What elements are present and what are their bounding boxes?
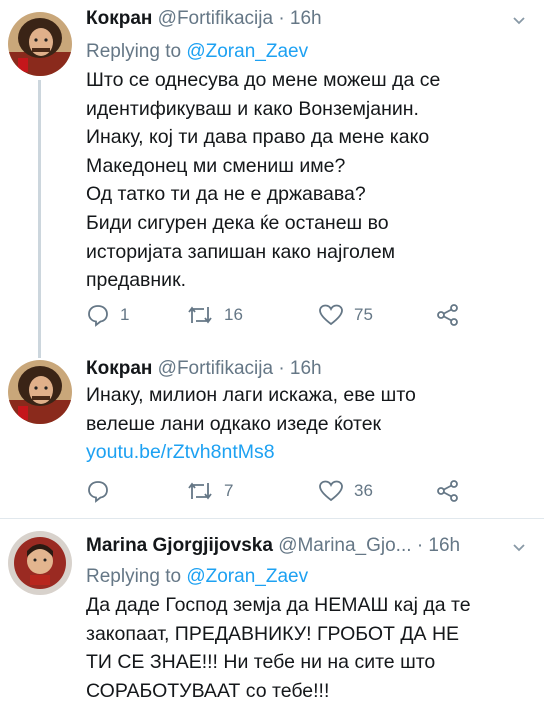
user-handle[interactable]: @Marina_Gjo... [278,535,411,556]
user-handle[interactable]: @Fortifikacija [158,8,273,29]
retweet-button[interactable]: 7 [186,478,233,504]
text-line: закопаат, ПРЕДАВНИКУ! ГРОБОТ ДА НЕ [86,622,460,645]
reply-count: 1 [120,305,130,324]
text-line: Македонец ми смениш име? [86,154,346,177]
share-icon [437,304,458,326]
timestamp[interactable]: 16h [428,535,460,556]
tweet-text: Да даде Господ земја да НЕМАШ кај да те … [86,591,526,705]
tweet-header: Marina Gjorgjijovska @Marina_Gjo... · 16… [86,535,460,557]
timestamp[interactable]: 16h [290,358,322,379]
text-line: Инаку, милион лаги искажа, еве што [86,384,416,406]
display-name[interactable]: Кокран [86,8,152,29]
text-line: предавник. [86,269,187,292]
separator-dot: · [416,535,424,556]
text-line: историјата запишан како најголем [86,240,396,263]
heart-icon [319,304,343,326]
text-line: Што се однесува до мене можеш да се [86,69,441,91]
like-count: 36 [354,481,373,500]
chevron-down-icon[interactable] [510,11,528,29]
reply-icon [88,305,108,327]
retweet-icon [188,482,212,500]
replying-to: Replying to @Zoran_Zaev [86,566,308,588]
avatar[interactable] [8,531,72,595]
retweet-count: 16 [224,305,243,324]
reply-button[interactable]: 1 [86,302,129,328]
replying-to-label: Replying to [86,566,182,587]
text-line: Да даде Господ земја да НЕМАШ кај да те [86,594,471,616]
thread-line [38,80,41,350]
mention-link[interactable]: @Zoran_Zaev [186,41,308,62]
timestamp[interactable]: 16h [290,8,322,29]
separator-dot: · [278,8,285,29]
separator-dot: · [278,358,285,379]
like-button[interactable]: 36 [318,478,373,504]
tweet-text: Инаку, милион лаги искажа, еве што велеш… [86,381,526,467]
text-line: велеше лани одкако изеде ќотек [86,412,382,435]
display-name[interactable]: Кокран [86,358,152,379]
thread-line [38,350,41,358]
text-line: Биди сигурен дека ќе останеш во [86,211,389,234]
text-line: ТИ СЕ ЗНАЕ!!! Ни тебе ни на сите што [86,651,436,674]
share-button[interactable] [436,302,460,328]
heart-icon [319,480,343,502]
tweet-header: Кокран @Fortifikacija · 16h [86,8,322,30]
mention-link[interactable]: @Zoran_Zaev [186,566,308,587]
replying-to: Replying to @Zoran_Zaev [86,41,308,63]
reply-button[interactable] [86,478,120,504]
text-line: Инаку, кој ти дава право да мене како [86,126,430,149]
retweet-count: 7 [224,481,234,500]
like-count: 75 [354,305,373,324]
tweet-actions: 1 16 75 [86,302,486,328]
retweet-button[interactable]: 16 [186,302,243,328]
avatar[interactable] [8,12,72,76]
avatar[interactable] [8,360,72,424]
tweet-2[interactable]: Кокран @Fortifikacija · 16h Инаку, милио… [0,350,544,518]
like-button[interactable]: 75 [318,302,373,328]
user-handle[interactable]: @Fortifikacija [158,358,273,379]
tweet-text: Што се однесува до мене можеш да се иден… [86,66,526,295]
tweet-3[interactable]: Marina Gjorgjijovska @Marina_Gjo... · 16… [0,519,544,702]
tweet-1[interactable]: Кокран @Fortifikacija · 16h Replying to … [0,0,544,350]
share-icon [437,480,458,502]
replying-to-label: Replying to [86,41,182,62]
tweet-actions: 7 36 [86,478,486,504]
text-line: Од татко ти да не е државава? [86,183,366,206]
tweet-header: Кокран @Fortifikacija · 16h [86,358,322,380]
reply-icon [88,481,108,503]
retweet-icon [188,306,212,324]
text-line: СОРАБОТУВААТ со тебе!!! [86,679,330,702]
text-line: идентификуваш и како Вонземјанин. [86,97,419,120]
share-button[interactable] [436,478,460,504]
chevron-down-icon[interactable] [510,538,528,556]
youtube-link[interactable]: youtu.be/rZtvh8ntMs8 [86,438,526,467]
display-name[interactable]: Marina Gjorgjijovska [86,535,273,556]
